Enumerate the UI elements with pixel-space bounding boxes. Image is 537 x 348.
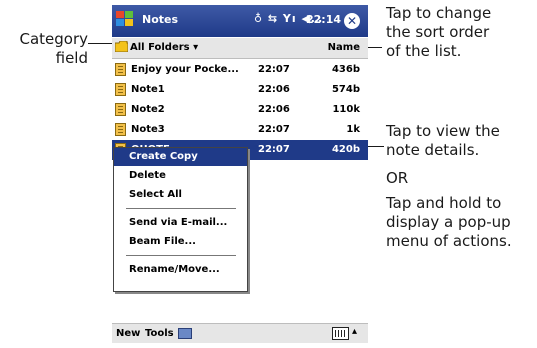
close-button[interactable]: ✕: [344, 13, 360, 29]
callout-line: Tap and hold to: [386, 194, 502, 212]
tools-menu[interactable]: Tools: [145, 328, 174, 339]
folder-icon: [115, 41, 128, 52]
menu-divider: [126, 255, 236, 256]
note-icon: [115, 103, 126, 116]
menu-item-delete[interactable]: Delete: [114, 167, 247, 185]
note-name: Enjoy your Pocke...: [131, 64, 239, 75]
note-time: 22:07: [258, 124, 290, 135]
menu-divider: [126, 208, 236, 209]
note-size: 110k: [332, 104, 360, 115]
callout-line: Tap to change: [386, 4, 492, 22]
callout-line: display a pop-up: [386, 213, 511, 231]
callout-line: of the list.: [386, 42, 462, 60]
note-size: 574b: [331, 84, 360, 95]
sort-order-button[interactable]: Name: [328, 42, 360, 53]
menu-item-send-email[interactable]: Send via E-mail...: [114, 214, 247, 232]
sort-order-callout: Tap to change the sort order of the list…: [386, 4, 491, 61]
list-item[interactable]: Note1 22:06 574b: [112, 80, 368, 100]
menu-item-rename-move[interactable]: Rename/Move...: [114, 261, 247, 279]
keyboard-icon[interactable]: [332, 327, 349, 340]
menu-item-label: Delete: [129, 170, 166, 181]
view-toggle-icon[interactable]: [178, 328, 192, 339]
note-time: 22:07: [258, 144, 290, 155]
or-callout: OR: [386, 169, 409, 187]
pocketpc-screen: Notes ♁ ⇆ Yı ◀… 22:14 ✕ All Folders ▾ Na…: [112, 5, 368, 343]
note-size: 420b: [331, 144, 360, 155]
menu-item-label: Rename/Move...: [129, 264, 220, 275]
note-time: 22:06: [258, 104, 290, 115]
callout-line: field: [55, 49, 88, 67]
tap-hold-callout: Tap and hold to display a pop-up menu of…: [386, 194, 512, 251]
note-time: 22:06: [258, 84, 290, 95]
category-field-callout: Category field: [6, 30, 88, 68]
title-bar: Notes ♁ ⇆ Yı ◀… 22:14 ✕: [112, 5, 368, 37]
category-field[interactable]: All Folders ▾: [130, 42, 198, 53]
callout-line: Tap to view the: [386, 122, 500, 140]
note-name: Note1: [131, 84, 165, 95]
menu-item-label: Create Copy: [129, 151, 198, 162]
note-name: Note3: [131, 124, 165, 135]
note-name: Note2: [131, 104, 165, 115]
note-icon: [115, 83, 126, 96]
menu-item-label: Send via E-mail...: [129, 217, 228, 228]
menu-item-beam-file[interactable]: Beam File...: [114, 233, 247, 251]
category-leader-line: [88, 43, 114, 44]
list-header: All Folders ▾ Name: [112, 38, 368, 59]
callout-line: the sort order: [386, 23, 490, 41]
note-time: 22:07: [258, 64, 290, 75]
note-size: 436b: [331, 64, 360, 75]
list-item[interactable]: Enjoy your Pocke... 22:07 436b: [112, 60, 368, 80]
note-icon: [115, 123, 126, 136]
view-details-callout: Tap to view the note details.: [386, 122, 500, 160]
menu-item-label: Beam File...: [129, 236, 196, 247]
menu-item-create-copy[interactable]: Create Copy: [114, 148, 247, 166]
callout-line: note details.: [386, 141, 480, 159]
note-icon: [115, 63, 126, 76]
callout-line: Category: [19, 30, 88, 48]
list-item[interactable]: Note3 22:07 1k: [112, 120, 368, 140]
clock[interactable]: 22:14: [306, 13, 341, 26]
new-button[interactable]: New: [116, 328, 140, 339]
callout-line: menu of actions.: [386, 232, 512, 250]
app-title: Notes: [142, 13, 179, 26]
context-menu: Create Copy Delete Select All Send via E…: [113, 147, 248, 292]
command-bar: New Tools ▴: [112, 323, 368, 343]
note-size: 1k: [346, 124, 360, 135]
menu-item-select-all[interactable]: Select All: [114, 186, 247, 204]
input-panel-arrow-icon[interactable]: ▴: [352, 326, 357, 337]
menu-item-label: Select All: [129, 189, 182, 200]
list-item[interactable]: Note2 22:06 110k: [112, 100, 368, 120]
start-menu-icon[interactable]: [114, 8, 136, 30]
